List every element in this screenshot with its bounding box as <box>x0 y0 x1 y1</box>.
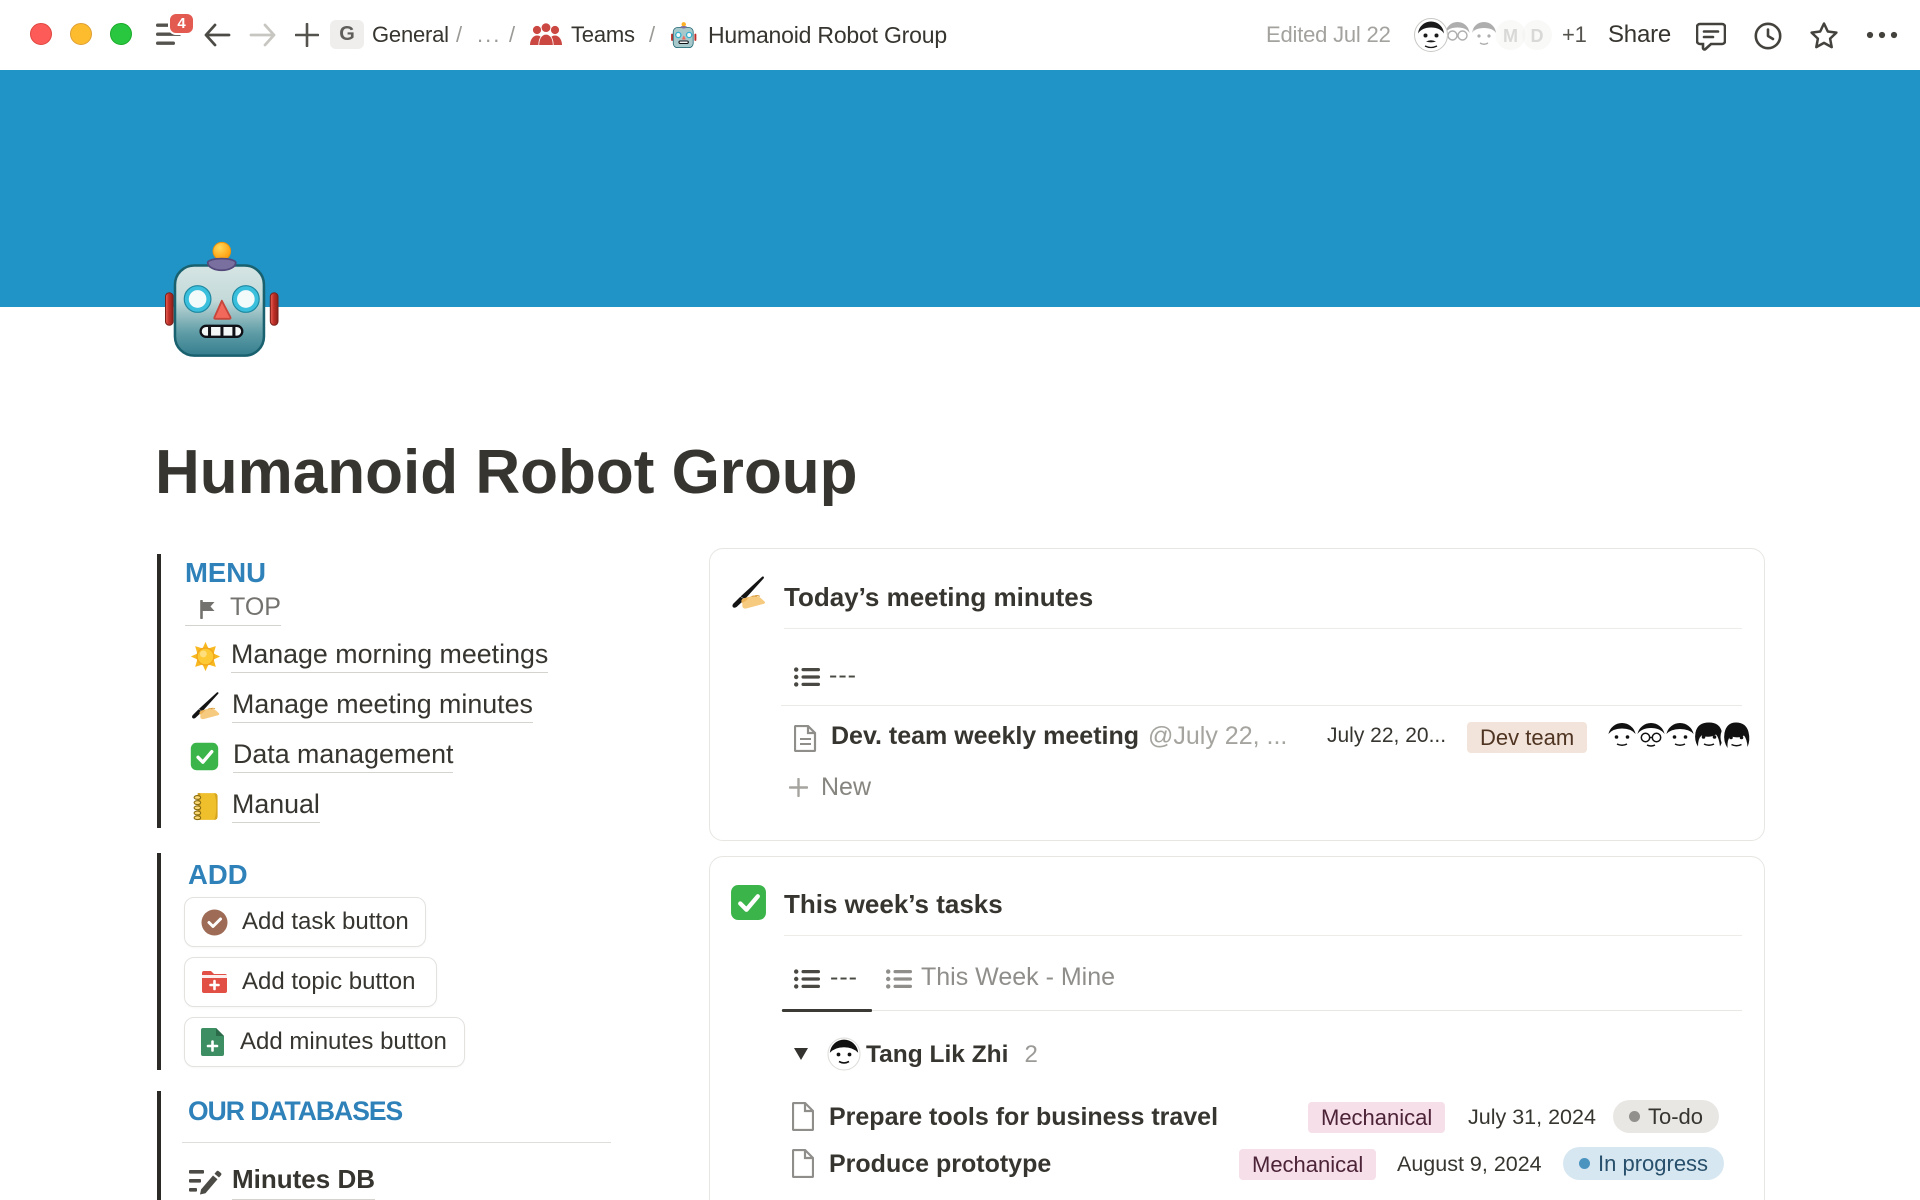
svg-text:M: M <box>1503 26 1518 46</box>
svg-text:D: D <box>1531 26 1544 46</box>
